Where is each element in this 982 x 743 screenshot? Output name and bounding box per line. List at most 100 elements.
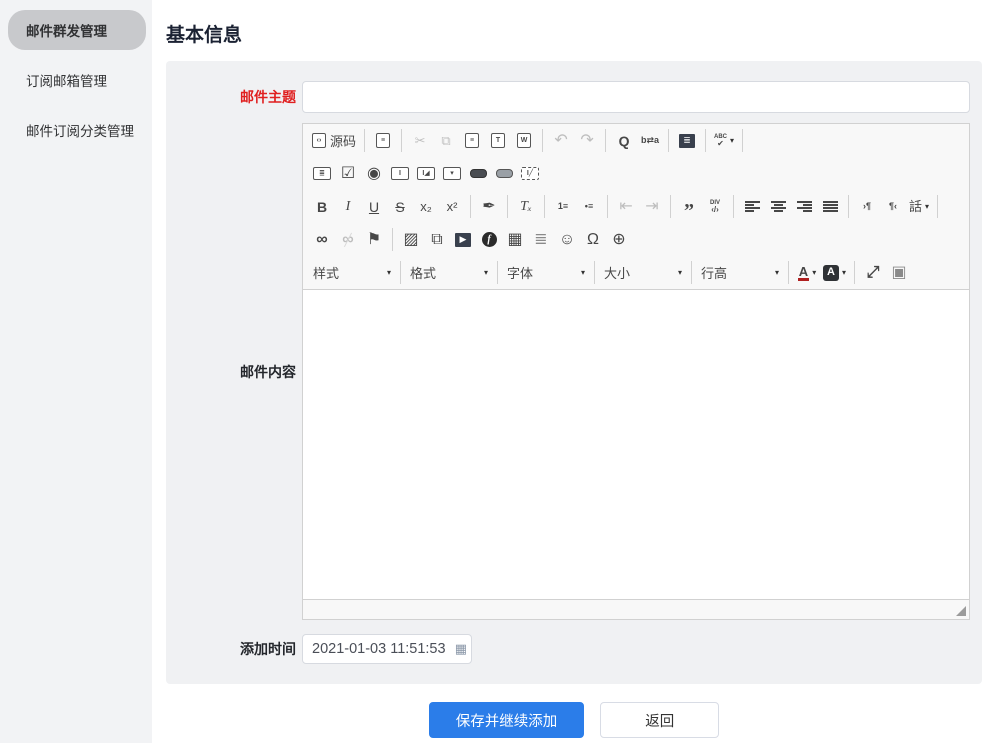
- form-button[interactable]: ≣: [310, 161, 334, 186]
- paste-text-button[interactable]: T: [486, 128, 510, 153]
- toolbar-separator: [742, 129, 743, 152]
- form-icon: ≣: [313, 167, 331, 180]
- line-height-select[interactable]: 行高▾: [697, 260, 783, 285]
- horizontal-rule-button[interactable]: ≣: [529, 227, 553, 252]
- bold-icon: B: [317, 200, 327, 214]
- select-all-button[interactable]: ≣: [675, 128, 699, 153]
- source-button[interactable]: ‹›源码: [310, 128, 358, 153]
- italic-icon: I: [346, 200, 351, 214]
- remove-format-icon: Tₓ: [520, 200, 532, 214]
- flash-button[interactable]: f: [477, 227, 501, 252]
- font-select-value: 字体: [507, 263, 533, 282]
- select-field-icon: ▾: [443, 167, 461, 180]
- paste-word-button[interactable]: W: [512, 128, 536, 153]
- radio-button[interactable]: ◉: [362, 161, 386, 186]
- editor-toolbar-row: 样式▾格式▾字体▾大小▾行高▾A▾A▾⤢▣: [303, 256, 969, 289]
- video-button[interactable]: ▶: [451, 227, 475, 252]
- underline-button[interactable]: U: [362, 194, 386, 219]
- toolbar-separator: [788, 261, 789, 284]
- sidebar-item-mail-bulk[interactable]: 邮件群发管理: [8, 10, 146, 50]
- indent-button: ⇥: [640, 194, 664, 219]
- bidi-ltr-button[interactable]: ›¶: [855, 194, 879, 219]
- remove-format-button[interactable]: Tₓ: [514, 194, 538, 219]
- text-color-button[interactable]: A▾: [795, 260, 819, 285]
- spellcheck-button[interactable]: ABC✔▾: [712, 128, 736, 153]
- anchor-button[interactable]: ⚑: [362, 227, 386, 252]
- replace-button[interactable]: b⇄a: [638, 128, 662, 153]
- align-justify-button[interactable]: [818, 194, 842, 219]
- resize-handle[interactable]: [956, 606, 966, 616]
- text-field-button[interactable]: I: [388, 161, 412, 186]
- toolbar-separator: [497, 261, 498, 284]
- select-field-button[interactable]: ▾: [440, 161, 464, 186]
- image-button[interactable]: ▨: [399, 227, 423, 252]
- div-button[interactable]: DIV‹/›: [703, 194, 727, 219]
- toolbar-separator: [544, 195, 545, 218]
- calendar-icon[interactable]: ▦: [455, 641, 467, 657]
- editor-content-area[interactable]: [303, 289, 969, 599]
- link-button[interactable]: ∞: [310, 227, 334, 252]
- video-icon: ▶: [455, 233, 471, 247]
- language-button[interactable]: 話▾: [907, 194, 931, 219]
- paste-button[interactable]: ≡: [460, 128, 484, 153]
- maximize-button[interactable]: ⤢: [861, 260, 885, 285]
- save-and-continue-button[interactable]: 保存并继续添加: [429, 702, 585, 738]
- copy-formatting-button[interactable]: ✒: [477, 194, 501, 219]
- subject-input[interactable]: [302, 81, 970, 113]
- format-select[interactable]: 格式▾: [406, 260, 492, 285]
- content-label: 邮件内容: [166, 362, 302, 382]
- main-content: 基本信息 邮件主题 邮件内容 ‹›源码≡✂⧉≡TW↶↷Qb⇄a≣ABC✔▾ ≣☑…: [152, 0, 982, 743]
- rich-text-editor: ‹›源码≡✂⧉≡TW↶↷Qb⇄a≣ABC✔▾ ≣☑◉II◢▾I╱ BIUSx₂x…: [302, 123, 970, 620]
- chevron-down-icon: ▾: [678, 268, 682, 277]
- sidebar-item-subscribe-category[interactable]: 邮件订阅分类管理: [8, 110, 146, 150]
- image-gallery-button[interactable]: ⧉: [425, 227, 449, 252]
- add-time-input[interactable]: [302, 634, 472, 664]
- table-button[interactable]: ▦: [503, 227, 527, 252]
- toolbar-separator: [507, 195, 508, 218]
- numbered-list-button[interactable]: 1≡: [551, 194, 575, 219]
- back-button[interactable]: 返回: [600, 702, 719, 738]
- redo-icon: ↷: [580, 133, 593, 149]
- special-char-button[interactable]: Ω: [581, 227, 605, 252]
- toolbar-separator: [400, 261, 401, 284]
- smiley-button[interactable]: ☺: [555, 227, 579, 252]
- image-button-button[interactable]: [492, 161, 516, 186]
- bidi-rtl-button[interactable]: ¶‹: [881, 194, 905, 219]
- checkbox-button[interactable]: ☑: [336, 161, 360, 186]
- styles-select[interactable]: 样式▾: [309, 260, 395, 285]
- subscript-icon: x₂: [420, 200, 432, 213]
- align-center-button[interactable]: [766, 194, 790, 219]
- find-button[interactable]: Q: [612, 128, 636, 153]
- textarea-icon: I◢: [417, 167, 435, 180]
- iframe-button[interactable]: ⊕: [607, 227, 631, 252]
- editor-toolbar-row: B IUSx₂ x² ✒ Tₓ 1≡ •≡ ⇤ ⇥ ”DIV‹/› ›¶¶‹話▾: [303, 190, 969, 223]
- textarea-button[interactable]: I◢: [414, 161, 438, 186]
- superscript-button[interactable]: x²: [440, 194, 464, 219]
- format-select-value: 格式: [410, 263, 436, 282]
- bold-button[interactable]: B: [310, 194, 334, 219]
- button-field-button[interactable]: [466, 161, 490, 186]
- blockquote-button[interactable]: ”: [677, 194, 701, 219]
- strike-button[interactable]: S: [388, 194, 412, 219]
- toolbar-separator: [705, 129, 706, 152]
- horizontal-line-icon: ≣: [534, 232, 547, 248]
- hidden-field-button[interactable]: I╱: [518, 161, 542, 186]
- outdent-icon: ⇤: [619, 199, 632, 215]
- align-right-button[interactable]: [792, 194, 816, 219]
- size-select[interactable]: 大小▾: [600, 260, 686, 285]
- new-page-button[interactable]: ≡: [371, 128, 395, 153]
- unlink-icon: ∞: [342, 232, 353, 248]
- align-left-button[interactable]: [740, 194, 764, 219]
- show-blocks-button[interactable]: ▣: [887, 260, 911, 285]
- bulleted-list-button[interactable]: •≡: [577, 194, 601, 219]
- globe-icon: ⊕: [612, 232, 625, 248]
- bulleted-list-icon: •≡: [585, 202, 593, 211]
- sidebar-item-subscribe-mailbox[interactable]: 订阅邮箱管理: [8, 60, 146, 100]
- numbered-list-icon: 1≡: [558, 202, 568, 211]
- toolbar-separator: [607, 195, 608, 218]
- toolbar-separator: [470, 195, 471, 218]
- font-select[interactable]: 字体▾: [503, 260, 589, 285]
- italic-button[interactable]: I: [336, 194, 360, 219]
- bg-color-button[interactable]: A▾: [821, 260, 848, 285]
- subscript-button[interactable]: x₂: [414, 194, 438, 219]
